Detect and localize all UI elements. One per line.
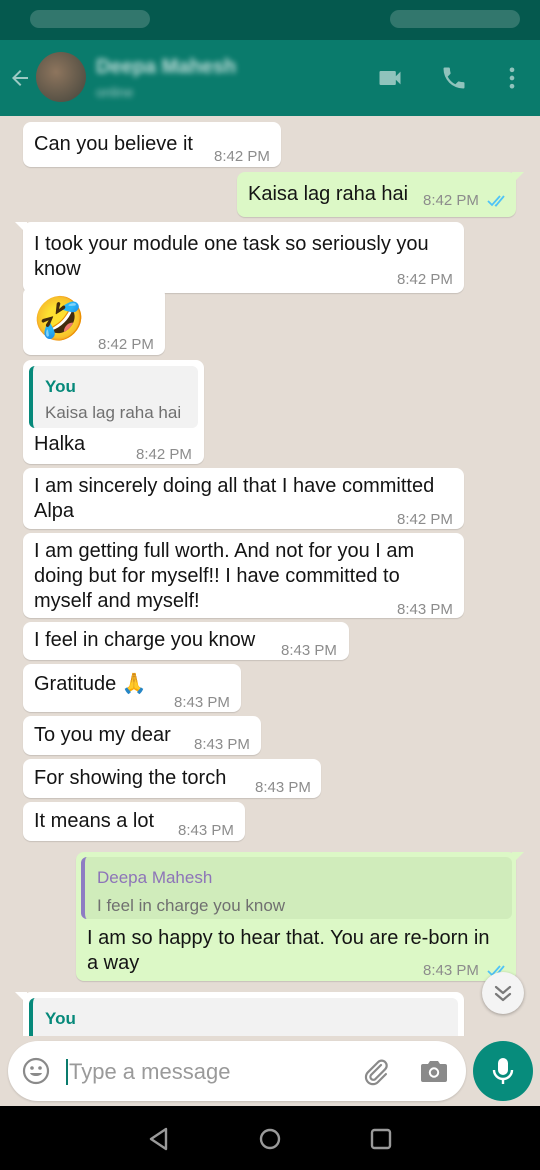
message-incoming[interactable]: I am getting full worth. And not for you…: [23, 533, 464, 618]
message-time: 8:43 PM: [255, 779, 311, 796]
quoted-message[interactable]: Deepa Mahesh I feel in charge you know: [81, 857, 512, 919]
message-text: For showing the torch: [34, 767, 227, 789]
status-right-blurred: [390, 10, 520, 28]
message-text-line: I am getting full worth. And not for you…: [34, 540, 415, 562]
read-ticks-icon: [487, 195, 505, 207]
scroll-to-bottom-button[interactable]: [482, 972, 524, 1014]
message-time: 8:42 PM: [397, 271, 453, 288]
quoted-text: Kaisa lag raha hai: [45, 403, 182, 422]
message-text: I feel in charge you know: [34, 629, 256, 651]
bubble-tail: [512, 852, 524, 864]
nav-recents-icon[interactable]: [368, 1126, 394, 1152]
message-text-line: myself and myself!: [34, 590, 200, 612]
message-time: 8:43 PM: [281, 642, 337, 659]
message-incoming[interactable]: Can you believe it 8:42 PM: [23, 122, 281, 167]
quoted-message[interactable]: You Kaisa lag raha hai: [29, 366, 198, 428]
message-text-line: Alpa: [34, 500, 75, 522]
message-incoming-reply[interactable]: You Kaisa lag raha hai Halka 8:42 PM: [23, 360, 204, 464]
message-incoming[interactable]: For showing the torch 8:43 PM: [23, 759, 321, 798]
bubble-tail: [15, 992, 27, 1004]
message-composer[interactable]: Type a message: [8, 1041, 466, 1101]
message-text: Can you believe it: [34, 133, 193, 155]
contact-name[interactable]: Deepa Mahesh: [96, 56, 236, 79]
arrow-back-icon[interactable]: [8, 66, 32, 90]
mic-icon: [492, 1058, 514, 1084]
emoji-icon[interactable]: [22, 1057, 50, 1085]
message-time: 8:43 PM: [174, 694, 230, 711]
paperclip-icon[interactable]: [360, 1056, 390, 1086]
message-text-line: a way: [87, 952, 140, 974]
chat-header: Deepa Mahesh online: [0, 40, 540, 116]
message-time: 8:43 PM: [178, 822, 234, 839]
message-incoming[interactable]: It means a lot 8:43 PM: [23, 802, 245, 841]
quoted-text: I feel in charge you know: [97, 896, 286, 915]
message-input[interactable]: Type a message: [66, 1059, 230, 1085]
status-bar: [0, 0, 540, 40]
message-text-line: know: [34, 258, 81, 280]
contact-status: online: [96, 84, 134, 100]
quoted-author: You: [45, 377, 76, 396]
quoted-author: You: [45, 1009, 76, 1028]
message-incoming[interactable]: I took your module one task so seriously…: [15, 222, 464, 293]
quoted-author: Deepa Mahesh: [97, 868, 213, 887]
message-text: To you my dear: [34, 724, 171, 746]
nav-home-icon[interactable]: [257, 1126, 283, 1152]
chat-message-list[interactable]: Can you believe it 8:42 PM Kaisa lag rah…: [0, 116, 540, 1036]
message-text-line: doing but for myself!! I have committed …: [34, 565, 400, 587]
more-vert-icon[interactable]: [498, 64, 526, 92]
message-incoming[interactable]: I am sincerely doing all that I have com…: [23, 468, 464, 529]
message-time: 8:42 PM: [136, 446, 192, 463]
message-time: 8:43 PM: [397, 601, 453, 618]
camera-icon[interactable]: [419, 1057, 449, 1085]
message-outgoing-reply[interactable]: Deepa Mahesh I feel in charge you know I…: [76, 852, 524, 981]
message-time: 8:42 PM: [423, 192, 479, 209]
message-time: 8:42 PM: [214, 148, 270, 165]
message-text: Kaisa lag raha hai: [248, 183, 409, 205]
nav-back-icon[interactable]: [146, 1126, 172, 1152]
double-chevron-down-icon: [494, 985, 512, 1002]
message-incoming-reply[interactable]: You: [15, 992, 464, 1036]
message-incoming[interactable]: Gratitude 🙏 8:43 PM: [23, 664, 241, 712]
message-outgoing[interactable]: Kaisa lag raha hai 8:42 PM: [237, 172, 524, 217]
message-text-line: I am so happy to hear that. You are re-b…: [87, 927, 490, 949]
voice-message-button[interactable]: [473, 1041, 533, 1101]
message-text-line: I am sincerely doing all that I have com…: [34, 475, 435, 497]
message-incoming[interactable]: To you my dear 8:43 PM: [23, 716, 261, 755]
bubble-tail: [15, 222, 27, 234]
message-incoming[interactable]: 🤣 8:42 PM: [23, 287, 165, 355]
status-left-blurred: [30, 10, 150, 28]
quoted-message[interactable]: You: [29, 998, 458, 1036]
message-text: Gratitude 🙏: [34, 673, 147, 695]
message-time: 8:42 PM: [98, 336, 154, 353]
message-incoming[interactable]: I feel in charge you know 8:43 PM: [23, 622, 349, 660]
message-text: Halka: [34, 433, 86, 455]
message-time: 8:42 PM: [397, 511, 453, 528]
message-time-row: 8:42 PM: [423, 188, 509, 213]
phone-icon[interactable]: [440, 64, 468, 92]
emoji-rofl: 🤣: [33, 295, 86, 342]
avatar[interactable]: [36, 52, 86, 102]
bubble-tail: [512, 172, 524, 184]
system-navigation-bar: [0, 1106, 540, 1170]
video-call-icon[interactable]: [376, 64, 404, 92]
message-time: 8:43 PM: [194, 736, 250, 753]
message-text: It means a lot: [34, 810, 155, 832]
message-time: 8:43 PM: [423, 962, 479, 979]
message-text-line: I took your module one task so seriously…: [34, 233, 429, 255]
